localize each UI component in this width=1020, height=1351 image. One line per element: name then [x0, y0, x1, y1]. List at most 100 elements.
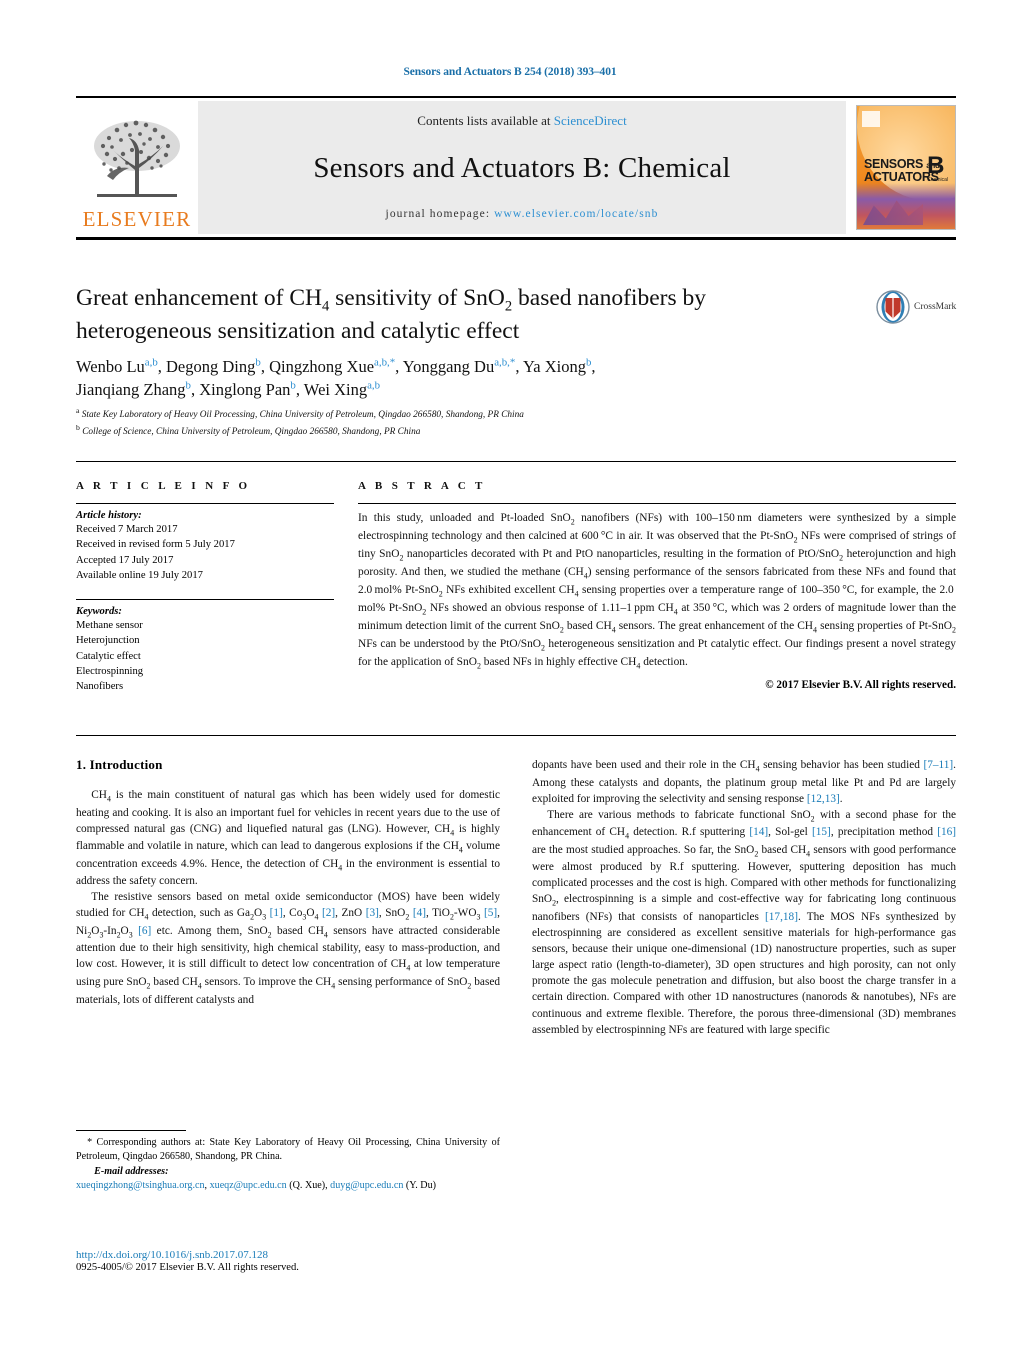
email-addresses-block: E-mail addresses: xueqingzhong@tsinghua.… [76, 1165, 437, 1191]
email-link-2[interactable]: xueqz@upc.edu.cn [210, 1180, 287, 1191]
running-head: Sensors and Actuators B 254 (2018) 393–4… [403, 66, 617, 78]
crossmark-label: CrossMark [914, 302, 957, 312]
citation-link[interactable]: [5] [484, 907, 497, 919]
author-affil-marker: b [290, 379, 296, 392]
paragraph: There are various methods to fabricate f… [532, 808, 957, 1036]
homepage-url-link[interactable]: www.elsevier.com/locate/snb [494, 208, 658, 220]
cover-b-letter: B [927, 152, 945, 179]
cover-volume-letter: B Chemical [927, 154, 948, 183]
cover-b-subtitle: Chemical [927, 177, 948, 183]
author-affil-marker: a,b, [494, 356, 510, 369]
citation-link[interactable]: [12,13] [807, 793, 840, 805]
citation-link[interactable]: [17,18] [765, 911, 798, 923]
doi-link[interactable]: http://dx.doi.org/10.1016/j.snb.2017.07.… [76, 1249, 576, 1261]
article-history-label: Article history: [76, 510, 142, 521]
citation-link[interactable]: [3] [366, 907, 379, 919]
abstract-rule [358, 503, 956, 504]
keyword-item: Nanofibers [76, 681, 124, 692]
body-column-left: 1. Introduction CH4 is the main constitu… [76, 757, 500, 1008]
title-line-2: heterogeneous sensitization and catalyti… [76, 318, 520, 345]
author-affil-marker: a,b [367, 379, 381, 392]
keyword-item: Electrospinning [76, 665, 144, 677]
crossmark-icon [876, 290, 910, 324]
cover-bottom-decoration [857, 183, 955, 229]
author-affil-marker: a,b, [374, 356, 390, 369]
history-item: Received 7 March 2017 [76, 524, 178, 535]
history-item: Received in revised form 5 July 2017 [76, 539, 235, 551]
page-title: Great enhancement of CH4 sensitivity of … [76, 283, 886, 346]
affiliation-a-text: State Key Laboratory of Heavy Oil Proces… [81, 410, 524, 421]
citation-link[interactable]: [14] [749, 826, 768, 838]
keyword-item: Catalytic effect [76, 650, 141, 662]
journal-cover-thumbnail: SENSORS and ACTUATORS B Chemical [856, 105, 956, 230]
keyword-item: Heterojunction [76, 635, 140, 647]
abstract-column: A B S T R A C T In this study, unloaded … [358, 480, 956, 691]
article-info-heading: A R T I C L E I N F O [76, 480, 251, 492]
footnote-block: * Corresponding authors at: State Key La… [76, 1130, 500, 1193]
journal-masthead: ELSEVIER Contents lists available at Sci… [76, 96, 956, 240]
citation-link[interactable]: [1] [270, 907, 283, 919]
keyword-item: Methane sensor [76, 620, 143, 631]
homepage-prefix: journal homepage: [385, 208, 495, 220]
title-part-1: Great enhancement of CH [76, 285, 322, 311]
affiliation-b: b College of Science, China University o… [76, 422, 896, 439]
doi-block: http://dx.doi.org/10.1016/j.snb.2017.07.… [76, 1249, 576, 1273]
author-affil-marker: b [585, 356, 592, 369]
author-affil-marker: a,b [144, 356, 158, 369]
info-section-top-rule [76, 461, 956, 462]
affiliation-b-text: College of Science, China University of … [82, 427, 421, 438]
abstract-text: In this study, unloaded and Pt-loaded Sn… [358, 512, 957, 671]
author-affil-marker: b [255, 356, 261, 369]
email-link-3[interactable]: duyg@upc.edu.cn [330, 1180, 403, 1191]
paragraph: dopants have been used and their role in… [532, 759, 956, 805]
article-info-column: A R T I C L E I N F O Article history: R… [76, 480, 334, 694]
cover-line1: SENSORS [864, 157, 924, 171]
affiliation-a-marker: a [76, 406, 80, 415]
keywords-label: Keywords: [76, 606, 122, 617]
author-affil-marker: b [185, 379, 191, 392]
journal-homepage-line: journal homepage: www.elsevier.com/locat… [386, 208, 659, 220]
email-owner-1: (Q. Xue), [286, 1179, 331, 1191]
elsevier-logo: ELSEVIER [76, 101, 198, 234]
contents-available-line: Contents lists available at ScienceDirec… [417, 113, 626, 129]
corresponding-author-note: * Corresponding authors at: State Key La… [76, 1137, 500, 1163]
copyright-line: © 2017 Elsevier B.V. All rights reserved… [765, 679, 956, 692]
affiliation-list: a State Key Laboratory of Heavy Oil Proc… [76, 405, 896, 439]
title-part-3: based nanofibers by [512, 285, 706, 311]
crossmark-badge[interactable]: CrossMark [876, 290, 956, 324]
contents-prefix: Contents lists available at [417, 113, 554, 128]
corresponding-marker: * [389, 356, 396, 369]
body-column-right: dopants have been used and their role in… [532, 757, 956, 1038]
history-item: Available online 19 July 2017 [76, 569, 203, 581]
issn-copyright-line: 0925-4005/© 2017 Elsevier B.V. All right… [76, 1262, 299, 1273]
email-addresses-label: E-mail addresses: [94, 1165, 169, 1177]
citation-link[interactable]: [6] [138, 925, 151, 937]
author-list: Wenbo Lua,b, Degong Dingb, Qingzhong Xue… [76, 356, 596, 400]
affiliation-b-marker: b [76, 423, 80, 433]
email-link-1[interactable]: xueqingzhong@tsinghua.org.cn [76, 1180, 205, 1191]
article-info-rule [76, 503, 334, 504]
affiliation-a: a State Key Laboratory of Heavy Oil Proc… [76, 405, 896, 422]
journal-title: Sensors and Actuators B: Chemical [313, 152, 731, 184]
history-item: Accepted 17 July 2017 [76, 554, 174, 566]
title-part-2: sensitivity of SnO [329, 285, 505, 311]
citation-link[interactable]: [4] [413, 907, 426, 919]
corresponding-marker: * [509, 356, 516, 369]
keywords-rule [76, 599, 334, 600]
citation-link[interactable]: [2] [322, 907, 335, 919]
paragraph: The resistive sensors based on metal oxi… [76, 891, 501, 1006]
elsevier-wordmark: ELSEVIER [82, 207, 192, 231]
citation-link[interactable]: [15] [812, 826, 831, 838]
paragraph: CH4 is the main constituent of natural g… [76, 789, 500, 888]
journal-band: Contents lists available at ScienceDirec… [198, 101, 846, 234]
paper-page: Sensors and Actuators B 254 (2018) 393–4… [0, 0, 1020, 1351]
title-block: Great enhancement of CH4 sensitivity of … [76, 283, 886, 346]
section-heading-introduction: 1. Introduction [76, 757, 163, 772]
sciencedirect-link[interactable]: ScienceDirect [554, 113, 627, 128]
abstract-heading: A B S T R A C T [358, 480, 486, 492]
email-owner-3: (Y. Du) [403, 1179, 437, 1191]
citation-link[interactable]: [7–11] [923, 759, 953, 771]
citation-link[interactable]: [16] [937, 826, 956, 838]
elsevier-tree-icon [94, 120, 180, 197]
